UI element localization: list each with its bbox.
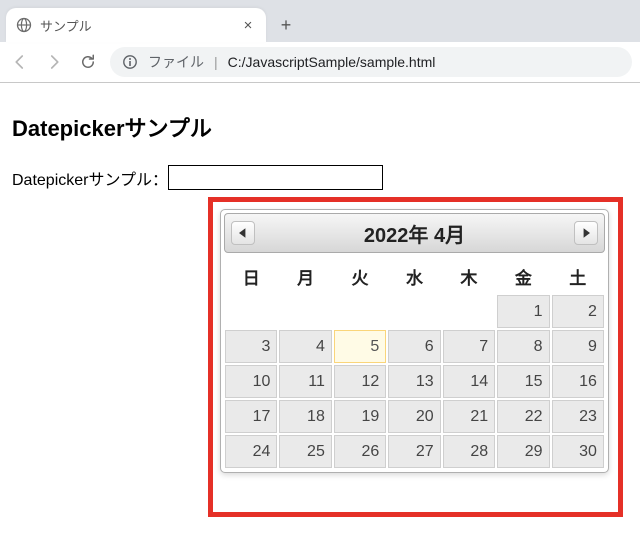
datepicker-popup: 2022年 4月 日月火水木金土123456789101112131415161… xyxy=(220,209,609,473)
day-cell[interactable]: 7 xyxy=(443,330,495,363)
day-cell[interactable]: 19 xyxy=(334,400,386,433)
day-cell[interactable]: 2 xyxy=(552,295,604,328)
dow-header: 木 xyxy=(443,260,495,293)
tab-strip: サンプル × + xyxy=(0,0,640,42)
day-cell[interactable]: 16 xyxy=(552,365,604,398)
day-cell[interactable]: 30 xyxy=(552,435,604,468)
day-cell[interactable]: 5 xyxy=(334,330,386,363)
day-cell[interactable]: 24 xyxy=(225,435,277,468)
page-content: Datepickerサンプル Datepickerサンプル： xyxy=(0,83,640,204)
day-cell[interactable]: 4 xyxy=(279,330,331,363)
dow-header: 金 xyxy=(497,260,549,293)
day-cell[interactable]: 8 xyxy=(497,330,549,363)
day-cell[interactable]: 25 xyxy=(279,435,331,468)
dow-header: 火 xyxy=(334,260,386,293)
dow-header: 日 xyxy=(225,260,277,293)
close-icon[interactable]: × xyxy=(240,17,256,34)
page-title: Datepickerサンプル xyxy=(12,111,628,143)
info-icon xyxy=(122,54,138,70)
browser-chrome: サンプル × + ファイル | C:/JavascriptSample/samp xyxy=(0,0,640,83)
dow-header: 水 xyxy=(388,260,440,293)
day-cell[interactable]: 22 xyxy=(497,400,549,433)
day-cell[interactable]: 14 xyxy=(443,365,495,398)
globe-icon xyxy=(16,17,32,33)
day-cell[interactable]: 17 xyxy=(225,400,277,433)
day-cell[interactable]: 21 xyxy=(443,400,495,433)
next-month-button[interactable] xyxy=(574,221,598,245)
datepicker-grid: 日月火水木金土123456789101112131415161718192021… xyxy=(224,259,605,469)
address-bar[interactable]: ファイル | C:/JavascriptSample/sample.html xyxy=(110,47,632,77)
day-cell[interactable]: 29 xyxy=(497,435,549,468)
field-label: Datepickerサンプル： xyxy=(12,166,168,190)
url-path: C:/JavascriptSample/sample.html xyxy=(228,54,436,70)
browser-tab[interactable]: サンプル × xyxy=(6,8,266,42)
forward-button[interactable] xyxy=(42,50,66,74)
datepicker-header: 2022年 4月 xyxy=(224,213,605,253)
day-cell[interactable]: 10 xyxy=(225,365,277,398)
empty-cell xyxy=(443,295,495,328)
day-cell[interactable]: 6 xyxy=(388,330,440,363)
prev-month-button[interactable] xyxy=(231,221,255,245)
day-cell[interactable]: 18 xyxy=(279,400,331,433)
day-cell[interactable]: 3 xyxy=(225,330,277,363)
day-cell[interactable]: 11 xyxy=(279,365,331,398)
empty-cell xyxy=(225,295,277,328)
dow-header: 月 xyxy=(279,260,331,293)
empty-cell xyxy=(388,295,440,328)
day-cell[interactable]: 20 xyxy=(388,400,440,433)
day-cell[interactable]: 1 xyxy=(497,295,549,328)
day-cell[interactable]: 28 xyxy=(443,435,495,468)
browser-toolbar: ファイル | C:/JavascriptSample/sample.html xyxy=(0,42,640,82)
new-tab-button[interactable]: + xyxy=(272,11,300,39)
empty-cell xyxy=(334,295,386,328)
day-cell[interactable]: 23 xyxy=(552,400,604,433)
day-cell[interactable]: 15 xyxy=(497,365,549,398)
tab-title: サンプル xyxy=(40,16,232,35)
day-cell[interactable]: 26 xyxy=(334,435,386,468)
url-separator: | xyxy=(214,54,218,70)
empty-cell xyxy=(279,295,331,328)
day-cell[interactable]: 12 xyxy=(334,365,386,398)
field-row: Datepickerサンプル： xyxy=(12,165,628,190)
day-cell[interactable]: 27 xyxy=(388,435,440,468)
back-button[interactable] xyxy=(8,50,32,74)
day-cell[interactable]: 9 xyxy=(552,330,604,363)
reload-button[interactable] xyxy=(76,50,100,74)
url-scheme: ファイル xyxy=(148,52,204,72)
datepicker-title: 2022年 4月 xyxy=(364,219,465,248)
dow-header: 土 xyxy=(552,260,604,293)
day-cell[interactable]: 13 xyxy=(388,365,440,398)
datepicker-input[interactable] xyxy=(168,165,383,190)
